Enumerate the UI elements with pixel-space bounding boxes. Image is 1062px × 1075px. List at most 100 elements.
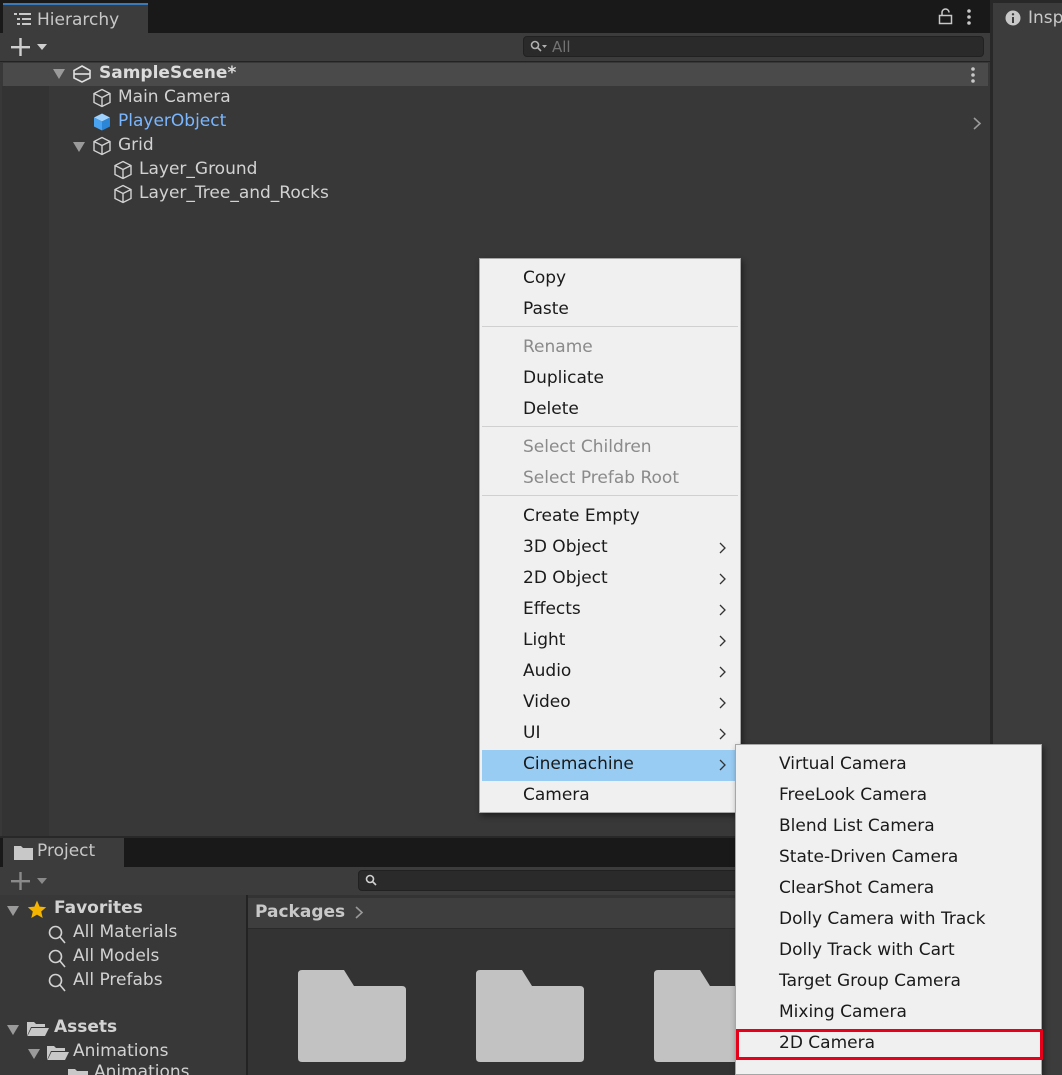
menu-item-duplicate[interactable]: Duplicate	[482, 364, 738, 395]
inspector-tab-label: Insp	[1028, 8, 1062, 28]
tab-hierarchy[interactable]: Hierarchy	[3, 3, 148, 33]
chevron-right-icon	[719, 635, 726, 647]
submenu-item-freelook-camera[interactable]: FreeLook Camera	[738, 781, 1040, 812]
menu-item-label: Virtual Camera	[779, 754, 907, 774]
expand-arrow-icon[interactable]	[53, 69, 65, 79]
package-folder-icon[interactable]	[476, 970, 584, 1062]
menu-item-label: FreeLook Camera	[779, 785, 928, 805]
tree-item-animations[interactable]: Animations	[28, 1041, 246, 1065]
favorite-all-materials[interactable]: All Materials	[48, 922, 246, 946]
menu-item-create-empty[interactable]: Create Empty	[482, 502, 738, 533]
tab-project[interactable]: Project	[3, 838, 124, 867]
gameobject-cube-icon	[92, 88, 112, 108]
favorite-all-models[interactable]: All Models	[48, 946, 246, 970]
menu-separator	[482, 495, 738, 496]
menu-item-label: Video	[523, 692, 571, 712]
tree-item-assets[interactable]: Assets	[7, 1017, 247, 1041]
tree-item-label: All Materials	[73, 922, 178, 942]
favorite-all-prefabs[interactable]: All Prefabs	[48, 970, 246, 994]
chevron-right-icon	[719, 604, 726, 616]
menu-separator	[482, 426, 738, 427]
project-tab-label: Project	[37, 841, 96, 861]
submenu-item-state-driven-camera[interactable]: State-Driven Camera	[738, 843, 1040, 874]
menu-item-delete[interactable]: Delete	[482, 395, 738, 426]
open-folder-icon	[47, 1045, 69, 1061]
folder-icon	[14, 845, 33, 860]
menu-item-label: ClearShot Camera	[779, 878, 935, 898]
tree-item-layer-ground[interactable]: Layer_Ground	[111, 159, 511, 181]
add-dropdown-button[interactable]	[11, 38, 49, 56]
submenu-item-blend-list-camera[interactable]: Blend List Camera	[738, 812, 1040, 843]
tab-inspector[interactable]: Insp	[993, 3, 1062, 33]
package-folder-icon[interactable]	[298, 970, 406, 1062]
expand-arrow-icon[interactable]	[7, 1025, 19, 1035]
menu-item-label: Select Children	[523, 437, 652, 457]
menu-item-label: Dolly Camera with Track	[779, 909, 986, 929]
tree-item-label: Animations	[73, 1041, 169, 1061]
menu-item-label: State-Driven Camera	[779, 847, 959, 867]
kebab-menu-icon[interactable]	[970, 67, 976, 83]
tree-item-animations-child[interactable]: Animations	[68, 1064, 246, 1075]
tree-item-label: Assets	[54, 1017, 118, 1037]
lock-icon[interactable]	[938, 8, 953, 25]
menu-item-video[interactable]: Video	[482, 688, 738, 719]
kebab-menu-icon[interactable]	[966, 9, 972, 25]
folder-icon	[68, 1068, 88, 1075]
menu-item-label: 2D Object	[523, 568, 608, 588]
hierarchy-search-input[interactable]: All	[523, 36, 984, 57]
menu-item-camera[interactable]: Camera	[482, 781, 738, 812]
breadcrumb-packages[interactable]: Packages	[255, 902, 345, 922]
menu-item-2d-object[interactable]: 2D Object	[482, 564, 738, 595]
menu-item-light[interactable]: Light	[482, 626, 738, 657]
chevron-right-icon	[719, 573, 726, 585]
menu-item-paste[interactable]: Paste	[482, 295, 738, 326]
hierarchy-tab-label: Hierarchy	[37, 10, 120, 30]
search-icon	[48, 925, 66, 945]
tree-item-main-camera[interactable]: Main Camera	[90, 87, 490, 109]
submenu-item-dolly-track-with-cart[interactable]: Dolly Track with Cart	[738, 936, 1040, 967]
hierarchy-gutter	[2, 86, 49, 836]
search-icon	[48, 973, 66, 993]
menu-item-copy[interactable]: Copy	[482, 264, 738, 295]
submenu-item-virtual-camera[interactable]: Virtual Camera	[738, 750, 1040, 781]
scene-row[interactable]: SampleScene*	[3, 63, 988, 86]
menu-item-3d-object[interactable]: 3D Object	[482, 533, 738, 564]
expand-arrow-icon[interactable]	[7, 906, 19, 916]
menu-item-label: Delete	[523, 399, 579, 419]
menu-item-effects[interactable]: Effects	[482, 595, 738, 626]
menu-item-label: Mixing Camera	[779, 1002, 907, 1022]
menu-item-label: Dolly Track with Cart	[779, 940, 955, 960]
tree-item-layer-tree-and-rocks[interactable]: Layer_Tree_and_Rocks	[111, 183, 511, 205]
tree-item-label: Layer_Ground	[139, 159, 258, 179]
menu-item-label: Target Group Camera	[779, 971, 961, 991]
callout-highlight-box	[736, 1029, 1043, 1060]
menu-item-label: Copy	[523, 268, 567, 288]
tree-item-label: Main Camera	[118, 87, 231, 107]
scene-name: SampleScene*	[99, 63, 237, 83]
expand-arrow-icon[interactable]	[28, 1049, 40, 1059]
tree-item-label: PlayerObject	[118, 111, 227, 131]
unity-scene-icon	[72, 65, 92, 83]
search-icon	[365, 874, 377, 887]
tree-item-label: All Models	[73, 946, 160, 966]
submenu-item-clearshot-camera[interactable]: ClearShot Camera	[738, 874, 1040, 905]
menu-item-label: Create Empty	[523, 506, 640, 526]
tree-item-grid[interactable]: Grid	[72, 135, 472, 157]
menu-item-label: Audio	[523, 661, 572, 681]
menu-item-audio[interactable]: Audio	[482, 657, 738, 688]
expand-arrow-icon[interactable]	[73, 142, 85, 152]
submenu-item-target-group-camera[interactable]: Target Group Camera	[738, 967, 1040, 998]
chevron-right-icon[interactable]	[973, 117, 982, 130]
project-search-input[interactable]	[358, 870, 788, 891]
tree-item-favorites[interactable]: Favorites	[7, 898, 247, 922]
submenu-item-mixing-camera[interactable]: Mixing Camera	[738, 998, 1040, 1029]
menu-item-ui[interactable]: UI	[482, 719, 738, 750]
search-icon	[530, 40, 548, 54]
menu-item-label: Cinemachine	[523, 754, 634, 774]
menu-item-label: Rename	[523, 337, 593, 357]
tree-item-player-object[interactable]: PlayerObject	[90, 111, 490, 133]
gameobject-cube-icon	[113, 160, 133, 180]
menu-item-cinemachine[interactable]: Cinemachine	[482, 750, 738, 781]
submenu-item-dolly-camera-with-track[interactable]: Dolly Camera with Track	[738, 905, 1040, 936]
add-dropdown-button[interactable]	[11, 872, 49, 890]
